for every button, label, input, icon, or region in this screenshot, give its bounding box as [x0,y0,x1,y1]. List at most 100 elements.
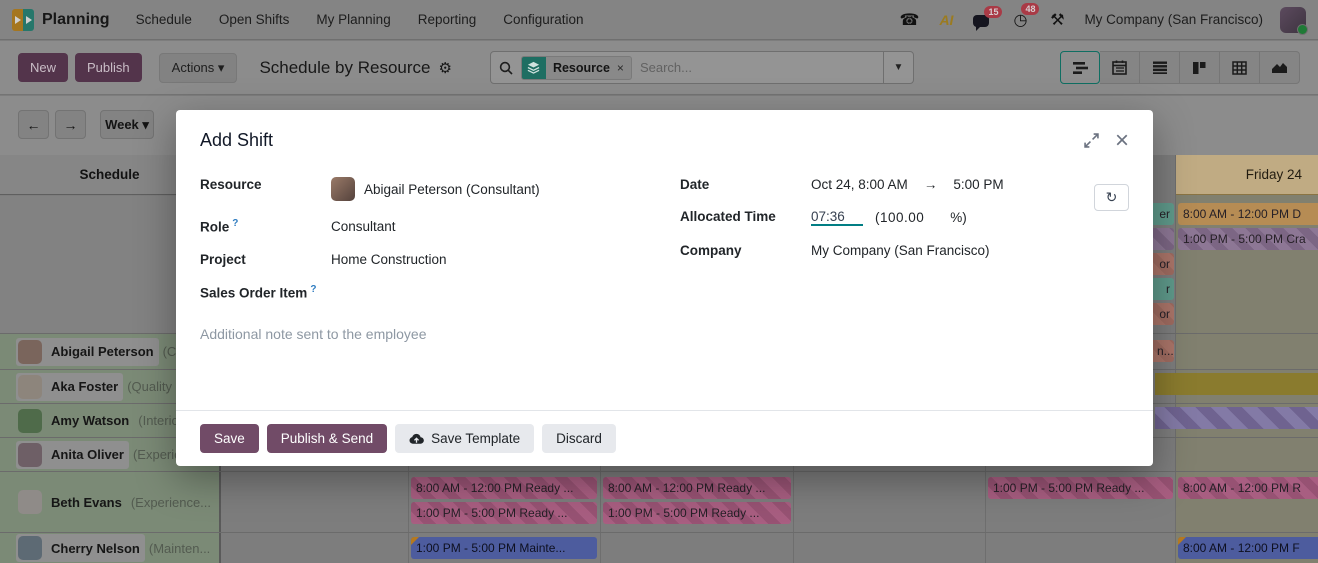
discuss-chat-icon[interactable]: 15 [973,13,993,27]
menu-configuration[interactable]: Configuration [503,12,583,27]
shift-bar[interactable]: n... [1153,340,1174,362]
recurrence-refresh-button[interactable]: ↻ [1094,184,1129,211]
project-label: Project [200,252,331,267]
close-icon[interactable]: × [1115,133,1129,149]
gantt-day-header-friday: Friday 24 [1175,155,1318,195]
chat-badge: 15 [984,6,1002,18]
publish-button[interactable]: Publish [75,53,142,82]
view-switch-pivot-icon[interactable] [1220,51,1260,84]
gantt-column-gridline [1175,155,1176,563]
gear-icon[interactable]: ⚙ [438,59,451,77]
allocated-time-label: Allocated Time [680,209,811,226]
view-switch-gantt-icon[interactable] [1060,51,1100,84]
search-bar[interactable]: Resource × Search... ▼ [490,51,914,84]
publish-send-button[interactable]: Publish & Send [267,424,387,453]
activities-clock-icon[interactable]: ◷ 48 [1010,10,1030,30]
resource-name: Anita Oliver [51,447,124,462]
resource-role: (Interio [138,413,178,428]
shift-bar[interactable]: 8:00 AM - 12:00 PM Ready ... [603,477,791,499]
help-icon: ? [232,218,238,229]
shift-bar[interactable]: 8:00 AM - 12:00 PM Ready ... [411,477,597,499]
shift-bar[interactable]: 1:00 PM - 5:00 PM Cra [1178,228,1318,250]
voip-phone-icon[interactable]: ☎ [899,10,919,30]
shift-bar[interactable]: 8:00 AM - 12:00 PM D [1178,203,1318,225]
actions-dropdown[interactable]: Actions ▾ [159,53,238,83]
resource-field[interactable]: Abigail Peterson (Consultant) [331,177,680,201]
view-switch-calendar-icon[interactable] [1100,51,1140,84]
sales-order-item-field[interactable] [331,284,680,301]
shift-bar[interactable]: 8:00 AM - 12:00 PM F [1178,537,1318,559]
menu-schedule[interactable]: Schedule [136,12,192,27]
resource-role: (Mainten... [149,541,210,556]
shift-bar[interactable]: 1:00 PM - 5:00 PM Mainte... [411,537,597,559]
user-avatar[interactable] [1280,7,1306,33]
shift-bar[interactable]: er [1153,203,1174,225]
allocated-time-field: (100.00 %) [811,209,1100,226]
role-field[interactable]: Consultant [331,218,680,235]
view-switch-kanban-icon[interactable] [1180,51,1220,84]
shift-bar[interactable]: 1:00 PM - 5:00 PM Ready ... [603,502,791,524]
menu-my-planning[interactable]: My Planning [316,12,390,27]
view-switch-list-icon[interactable] [1140,51,1180,84]
new-button[interactable]: New [18,53,68,82]
app-name[interactable]: Planning [42,11,110,29]
company-name[interactable]: My Company (San Francisco) [1084,12,1263,27]
menu-open-shifts[interactable]: Open Shifts [219,12,290,27]
allocated-time-input[interactable] [811,209,863,226]
resource-name: Aka Foster [51,379,118,394]
resource-avatar [331,177,355,201]
form-left-column: Resource Abigail Peterson (Consultant) R… [200,177,680,300]
facet-remove-icon[interactable]: × [617,61,631,75]
resource-avatar [18,490,42,514]
shift-bar[interactable] [1155,373,1318,395]
dialog-footer: Save Publish & Send Save Template Discar… [176,410,1153,466]
date-field[interactable]: Oct 24, 8:00 AM → 5:00 PM [811,177,1100,192]
prev-arrow-button[interactable]: ← [18,110,49,139]
shift-bar[interactable] [1155,407,1318,429]
view-title: Schedule by Resource [259,58,430,78]
top-navbar: Planning Schedule Open Shifts My Planning R… [0,0,1318,40]
resource-role: (Experience... [131,495,211,510]
shift-bar[interactable]: or [1153,253,1174,275]
shift-bar[interactable]: or [1153,303,1174,325]
resource-avatar [18,340,42,364]
facet-label: Resource [546,61,617,75]
resource-avatar [18,375,42,399]
expand-icon[interactable] [1084,133,1099,148]
search-facet-resource[interactable]: Resource × [521,56,632,80]
resource-name: Cherry Nelson [51,541,140,556]
sales-order-item-label: Sales Order Item? [200,284,331,301]
save-template-button[interactable]: Save Template [395,424,534,453]
form-right-column: Date Oct 24, 8:00 AM → 5:00 PM Allocated… [680,177,1100,300]
resource-name: Beth Evans [51,495,122,510]
shift-bar[interactable]: 8:00 AM - 12:00 PM R [1178,477,1318,499]
tools-icon[interactable]: ⚒ [1047,10,1067,30]
note-input[interactable]: Additional note sent to the employee [176,300,1153,342]
company-label: Company [680,243,811,258]
date-start-input[interactable]: Oct 24, 8:00 AM [811,177,908,192]
shift-bar[interactable]: 1:00 PM - 5:00 PM Ready ... [411,502,597,524]
search-dropdown-toggle[interactable]: ▼ [883,52,913,83]
view-switch-graph-icon[interactable] [1260,51,1300,84]
activity-badge: 48 [1021,3,1039,15]
save-button[interactable]: Save [200,424,259,453]
shift-bar[interactable] [1153,228,1174,250]
scale-dropdown[interactable]: Week ▾ [100,110,154,139]
shift-bar[interactable]: r [1153,278,1174,300]
resource-role: (Experie [133,447,181,462]
discard-button[interactable]: Discard [542,424,616,453]
next-arrow-button[interactable]: → [55,110,86,139]
ai-icon[interactable]: AI [936,12,956,28]
shift-bar[interactable]: 1:00 PM - 5:00 PM Ready ... [988,477,1173,499]
search-input[interactable]: Search... [640,60,692,75]
resource-row-cherry[interactable]: Cherry Nelson (Mainten... [0,533,220,563]
resource-row-beth[interactable]: Beth Evans (Experience... [0,472,220,532]
planning-app-icon[interactable] [12,9,34,31]
menu-reporting[interactable]: Reporting [418,12,477,27]
date-end-input[interactable]: 5:00 PM [953,177,1003,192]
allocated-percentage: (100.00 [875,210,924,225]
arrow-right-icon: → [924,177,938,192]
view-switcher [1060,51,1300,84]
company-field[interactable]: My Company (San Francisco) [811,243,1100,258]
project-field[interactable]: Home Construction [331,252,680,267]
